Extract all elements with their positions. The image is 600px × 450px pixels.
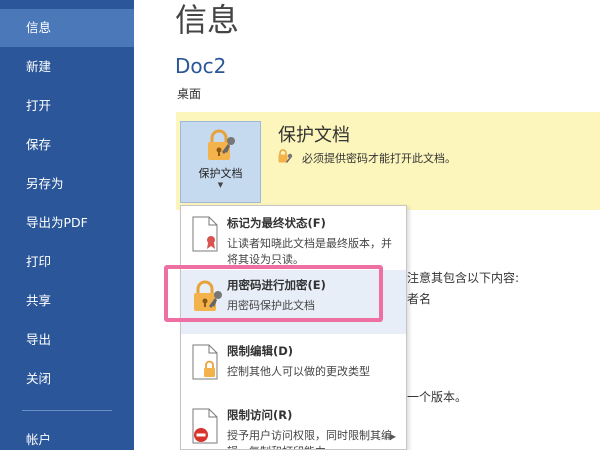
document-lock-icon [192, 344, 218, 380]
restrict-editing-desc: 控制其他人可以做的更改类型 [227, 365, 370, 378]
sidebar-item-save-as[interactable]: 另存为 [0, 165, 134, 203]
sidebar-item-save[interactable]: 保存 [0, 126, 134, 164]
protect-document-button-label: 保护文档 [198, 167, 243, 180]
sidebar-item-account[interactable]: 帐户 [0, 421, 134, 450]
lock-key-icon [278, 149, 293, 163]
sidebar-item-label: 新建 [26, 59, 52, 74]
mark-as-final-item[interactable]: 标记为最终状态(F) 让读者知晓此文档是最终版本，并将其设为只读。 [181, 208, 406, 272]
sidebar-divider [22, 410, 112, 411]
sidebar-item-label: 保存 [26, 137, 52, 152]
sidebar-item-label: 打开 [26, 98, 52, 113]
restrict-access-desc: 授予用户访问权限，同时限制其编辑、复制和打印能力。 [227, 429, 392, 449]
restrict-access-item[interactable]: 限制访问(R) 授予用户访问权限，同时限制其编辑、复制和打印能力。 [181, 400, 406, 449]
restrict-editing-title: 限制编辑(D) [227, 344, 294, 358]
restrict-editing-item[interactable]: 限制编辑(D) 控制其他人可以做的更改类型 [181, 336, 406, 400]
sidebar-item-label: 另存为 [26, 176, 64, 191]
sidebar-item-label: 导出为PDF [26, 215, 88, 230]
inspect-document-text: 注意其包含以下内容: [407, 271, 520, 285]
document-path: 桌面 [177, 87, 202, 101]
sidebar-item-label: 帐户 [26, 432, 52, 447]
sidebar-item-new[interactable]: 新建 [0, 48, 134, 86]
highlight-box [164, 265, 383, 322]
protect-document-menu: 标记为最终状态(F) 让读者知晓此文档是最终版本，并将其设为只读。 用密码进行加… [180, 205, 407, 450]
inspect-document-subtext: 者名 [407, 292, 432, 306]
document-ribbon-icon [192, 216, 218, 252]
sidebar-item-close[interactable]: 关闭 [0, 360, 134, 398]
mark-as-final-title: 标记为最终状态(F) [227, 216, 326, 230]
chevron-down-icon: ▼ [217, 181, 224, 189]
mark-as-final-desc: 让读者知晓此文档是最终版本，并将其设为只读。 [227, 237, 392, 266]
page-title: 信息 [175, 1, 240, 39]
document-block-icon [192, 408, 218, 444]
sidebar-item-open[interactable]: 打开 [0, 87, 134, 125]
sidebar-item-info[interactable]: 信息 [0, 9, 134, 47]
lock-key-icon [208, 129, 235, 160]
protect-document-heading: 保护文档 [278, 125, 350, 146]
restrict-access-title: 限制访问(R) [227, 408, 293, 422]
versions-text: 一个版本。 [407, 390, 468, 404]
sidebar-item-label: 关闭 [26, 371, 52, 386]
sidebar-item-print[interactable]: 打印 [0, 243, 134, 281]
sidebar-item-label: 打印 [26, 254, 52, 269]
backstage-sidebar: 信息 新建 打开 保存 另存为 导出为PDF 打印 共享 导出 关闭 帐户 [0, 0, 134, 450]
chevron-right-icon: ▶ [389, 432, 396, 441]
sidebar-item-label: 共享 [26, 293, 52, 308]
sidebar-item-export[interactable]: 导出 [0, 321, 134, 359]
document-name: Doc2 [175, 54, 227, 78]
protect-document-button[interactable]: 保护文档 ▼ [180, 121, 261, 203]
sidebar-item-export-pdf[interactable]: 导出为PDF [0, 204, 134, 242]
sidebar-item-share[interactable]: 共享 [0, 282, 134, 320]
backstage-view: 信息 新建 打开 保存 另存为 导出为PDF 打印 共享 导出 关闭 帐户 信息… [0, 0, 600, 450]
sidebar-item-label: 信息 [26, 20, 52, 35]
sidebar-item-label: 导出 [26, 332, 52, 347]
protect-document-description: 必须提供密码才能打开此文档。 [302, 152, 456, 165]
